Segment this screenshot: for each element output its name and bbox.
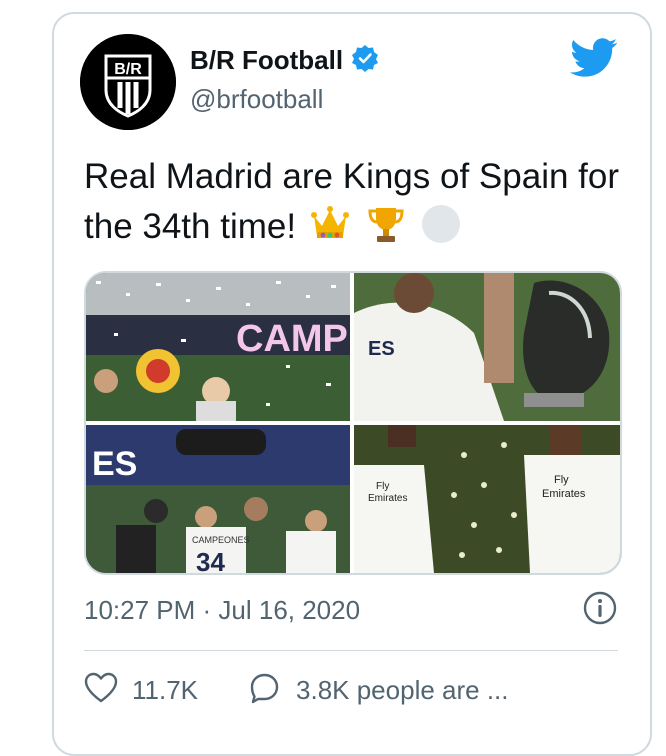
- like-count: 11.7K: [132, 675, 199, 705]
- heart-icon: [84, 672, 118, 709]
- sponsor-top-right: Fly: [554, 474, 569, 486]
- shirt-number: 34: [196, 547, 225, 573]
- tweet-meta-row: 10:27 PM · Jul 16, 2020: [84, 590, 618, 631]
- info-icon[interactable]: [582, 590, 618, 631]
- reply-label: 3.8K people are ...: [296, 675, 509, 705]
- reply-button[interactable]: 3.8K people are ...: [246, 672, 509, 709]
- verified-badge-icon: [351, 44, 379, 77]
- author-display-name[interactable]: B/R Football: [190, 45, 343, 76]
- player-kissing-trophy-photo[interactable]: ES: [354, 273, 620, 421]
- twitter-bird-icon[interactable]: [570, 38, 618, 83]
- shirt-text: ES: [368, 338, 395, 360]
- players-tossing-coach-photo[interactable]: ES CAMPEONES 34: [86, 425, 350, 573]
- banner-text: CAMPEO: [236, 318, 350, 360]
- crown-emoji: [308, 202, 352, 246]
- svg-text:ES: ES: [92, 445, 137, 483]
- avatar[interactable]: B/R: [80, 34, 176, 130]
- author-name-row[interactable]: B/R Football: [190, 44, 379, 77]
- sponsor-bottom-right: Emirates: [542, 488, 586, 500]
- shirt-campeones-text: CAMPEONES: [192, 535, 250, 545]
- sponsor-top-left: Fly: [376, 481, 389, 492]
- tweet-media-grid[interactable]: CAMPEO ES: [84, 271, 622, 575]
- players-white-kits-photo[interactable]: Fly Emirates Fly Emirates: [354, 425, 620, 573]
- tweet-text: Real Madrid are Kings of Spain for the 3…: [84, 152, 624, 252]
- trophy-emoji: [364, 202, 408, 246]
- like-button[interactable]: 11.7K: [84, 672, 198, 709]
- tweet-actions: 11.7K 3.8K people are ...: [84, 672, 557, 709]
- speech-bubble-icon: [246, 672, 282, 709]
- divider: [84, 650, 618, 651]
- sponsor-bottom-left: Emirates: [368, 493, 407, 504]
- avatar-text: B/R: [114, 61, 142, 78]
- white-circle-emoji: [419, 202, 463, 246]
- author-handle[interactable]: @brfootball: [190, 84, 323, 115]
- celebration-confetti-photo[interactable]: CAMPEO: [86, 273, 350, 421]
- grid-gutter-horizontal: [86, 421, 620, 425]
- tweet-timestamp[interactable]: 10:27 PM · Jul 16, 2020: [84, 595, 360, 626]
